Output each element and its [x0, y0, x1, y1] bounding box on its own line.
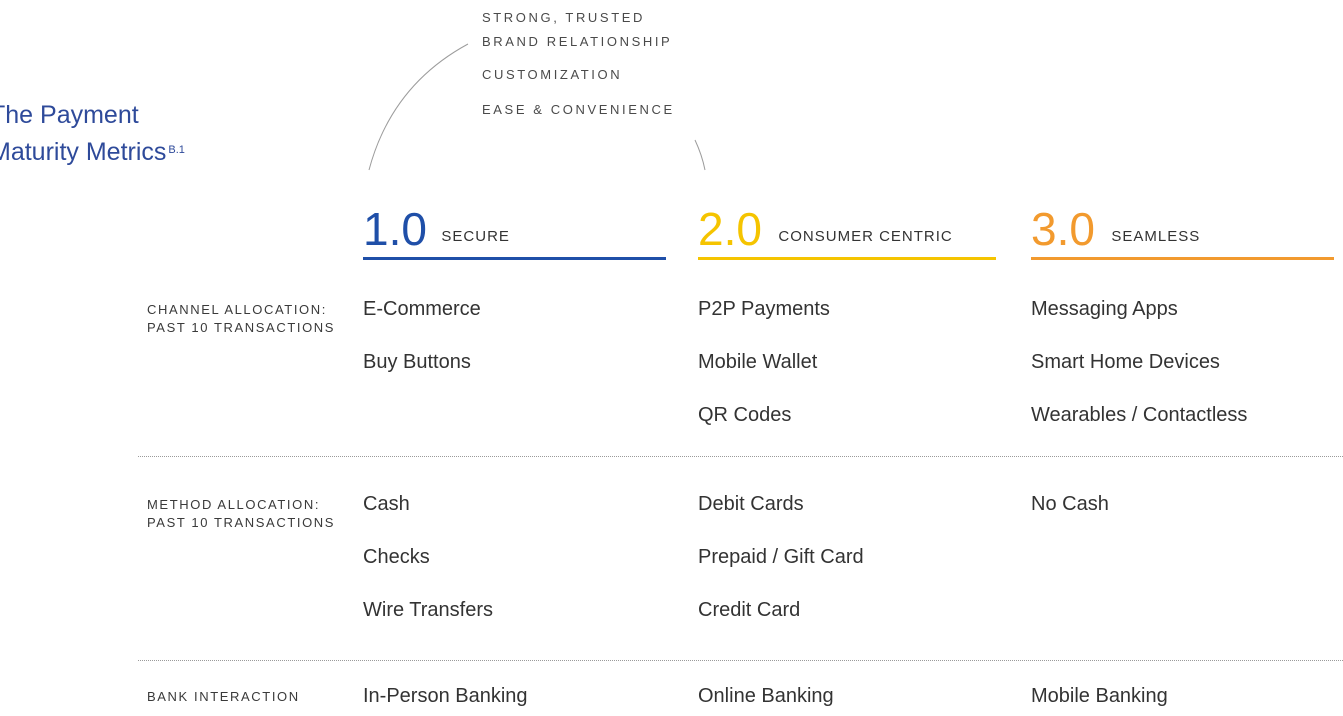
attribute-label-4: EASE & CONVENIENCE [482, 102, 675, 117]
cell-item: Checks [363, 546, 430, 568]
cell-item: In-Person Banking [363, 685, 528, 707]
cell-item: Messaging Apps [1031, 298, 1178, 320]
row-label-line-1: CHANNEL ALLOCATION: [147, 302, 327, 317]
row-label-line-1: METHOD ALLOCATION: [147, 497, 321, 512]
tier-number-3: 3.0 [1031, 203, 1095, 255]
cell-item: Prepaid / Gift Card [698, 546, 864, 568]
cell-item: Online Banking [698, 685, 834, 707]
row-label-line-1: BANK INTERACTION [147, 689, 300, 704]
cell-item: Mobile Banking [1031, 685, 1168, 707]
cell-item: E-Commerce [363, 298, 481, 320]
row-label-channel: CHANNEL ALLOCATION: PAST 10 TRANSACTIONS [147, 301, 335, 337]
cell-item: Mobile Wallet [698, 351, 818, 373]
cell-item: No Cash [1031, 493, 1109, 515]
arc-left-curve [368, 43, 469, 171]
arc-right-curve [694, 139, 706, 171]
tier-header-1: 1.0 SECURE [363, 206, 666, 252]
row-label-line-2: PAST 10 TRANSACTIONS [147, 515, 336, 530]
tier-bar-2 [698, 257, 996, 260]
cell-item: Smart Home Devices [1031, 351, 1220, 373]
cell-item: Cash [363, 493, 410, 515]
row-divider-1 [138, 456, 1343, 457]
tier-bar-3 [1031, 257, 1334, 260]
tier-header-2: 2.0 CONSUMER CENTRIC [698, 206, 996, 252]
cell-item: Debit Cards [698, 493, 804, 515]
tier-label-1: SECURE [441, 228, 510, 245]
row-label-line-2: PAST 10 TRANSACTIONS [147, 320, 336, 335]
cell-item: Wearables / Contactless [1031, 404, 1248, 426]
cell-item: Wire Transfers [363, 599, 494, 621]
tier-number-1: 1.0 [363, 203, 427, 255]
cell-item: Credit Card [698, 599, 801, 621]
tier-header-3: 3.0 SEAMLESS [1031, 206, 1334, 252]
tier-label-2: CONSUMER CENTRIC [778, 228, 953, 245]
row-label-method: METHOD ALLOCATION: PAST 10 TRANSACTIONS [147, 496, 335, 532]
row-divider-2 [138, 660, 1343, 661]
attribute-label-2: BRAND RELATIONSHIP [482, 34, 673, 49]
cell-item: Buy Buttons [363, 351, 471, 373]
tier-label-3: SEAMLESS [1111, 228, 1201, 245]
row-label-bank: BANK INTERACTION [147, 688, 300, 706]
cell-item: QR Codes [698, 404, 792, 426]
attribute-label-3: CUSTOMIZATION [482, 67, 623, 82]
tier-number-2: 2.0 [698, 203, 762, 255]
cell-item: P2P Payments [698, 298, 830, 320]
tier-bar-1 [363, 257, 666, 260]
attribute-label-1: STRONG, TRUSTED [482, 10, 645, 25]
